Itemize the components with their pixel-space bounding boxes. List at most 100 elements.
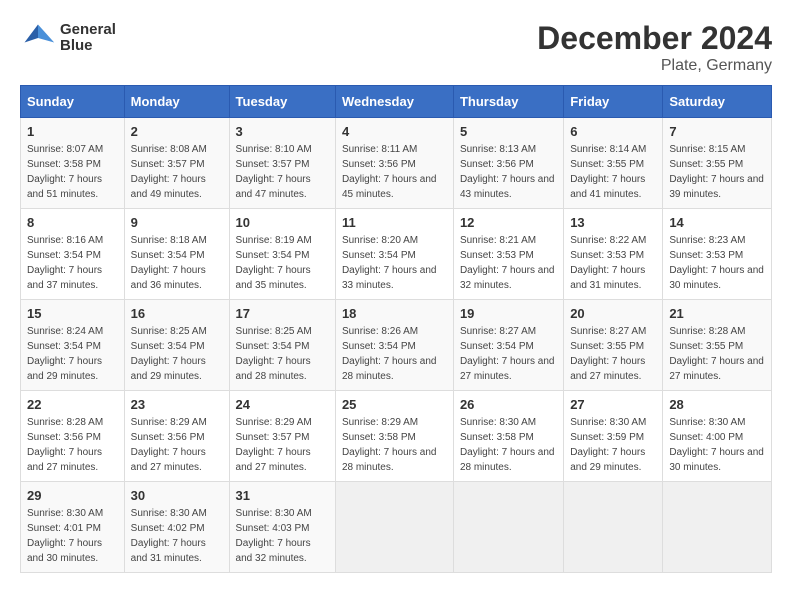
calendar-cell: [564, 482, 663, 573]
day-detail: Sunrise: 8:20 AM Sunset: 3:54 PM Dayligh…: [342, 233, 447, 293]
day-number: 17: [236, 306, 329, 321]
day-detail: Sunrise: 8:23 AM Sunset: 3:53 PM Dayligh…: [669, 233, 765, 293]
day-number: 5: [460, 124, 557, 139]
day-detail: Sunrise: 8:29 AM Sunset: 3:58 PM Dayligh…: [342, 415, 447, 475]
day-detail: Sunrise: 8:30 AM Sunset: 3:58 PM Dayligh…: [460, 415, 557, 475]
calendar-header: Sunday Monday Tuesday Wednesday Thursday…: [21, 86, 772, 118]
calendar-cell: 29 Sunrise: 8:30 AM Sunset: 4:01 PM Dayl…: [21, 482, 125, 573]
day-detail: Sunrise: 8:10 AM Sunset: 3:57 PM Dayligh…: [236, 142, 329, 202]
day-detail: Sunrise: 8:25 AM Sunset: 3:54 PM Dayligh…: [131, 324, 223, 384]
week-row: 15 Sunrise: 8:24 AM Sunset: 3:54 PM Dayl…: [21, 300, 772, 391]
header-saturday: Saturday: [663, 86, 772, 118]
calendar-cell: 21 Sunrise: 8:28 AM Sunset: 3:55 PM Dayl…: [663, 300, 772, 391]
calendar-cell: 25 Sunrise: 8:29 AM Sunset: 3:58 PM Dayl…: [335, 391, 453, 482]
calendar-cell: 4 Sunrise: 8:11 AM Sunset: 3:56 PM Dayli…: [335, 118, 453, 209]
day-detail: Sunrise: 8:24 AM Sunset: 3:54 PM Dayligh…: [27, 324, 118, 384]
page-subtitle: Plate, Germany: [537, 57, 772, 75]
day-number: 8: [27, 215, 118, 230]
calendar-cell: 30 Sunrise: 8:30 AM Sunset: 4:02 PM Dayl…: [124, 482, 229, 573]
calendar-cell: 6 Sunrise: 8:14 AM Sunset: 3:55 PM Dayli…: [564, 118, 663, 209]
calendar-cell: 3 Sunrise: 8:10 AM Sunset: 3:57 PM Dayli…: [229, 118, 335, 209]
logo-line1: General: [60, 22, 116, 39]
day-number: 25: [342, 397, 447, 412]
logo-icon: [20, 20, 56, 56]
calendar-cell: 17 Sunrise: 8:25 AM Sunset: 3:54 PM Dayl…: [229, 300, 335, 391]
calendar-cell: 16 Sunrise: 8:25 AM Sunset: 3:54 PM Dayl…: [124, 300, 229, 391]
day-number: 6: [570, 124, 656, 139]
calendar-body: 1 Sunrise: 8:07 AM Sunset: 3:58 PM Dayli…: [21, 118, 772, 573]
calendar-cell: 8 Sunrise: 8:16 AM Sunset: 3:54 PM Dayli…: [21, 209, 125, 300]
day-number: 10: [236, 215, 329, 230]
day-detail: Sunrise: 8:21 AM Sunset: 3:53 PM Dayligh…: [460, 233, 557, 293]
day-detail: Sunrise: 8:25 AM Sunset: 3:54 PM Dayligh…: [236, 324, 329, 384]
week-row: 8 Sunrise: 8:16 AM Sunset: 3:54 PM Dayli…: [21, 209, 772, 300]
calendar-cell: 28 Sunrise: 8:30 AM Sunset: 4:00 PM Dayl…: [663, 391, 772, 482]
day-number: 20: [570, 306, 656, 321]
calendar-cell: 26 Sunrise: 8:30 AM Sunset: 3:58 PM Dayl…: [453, 391, 563, 482]
day-number: 13: [570, 215, 656, 230]
calendar-cell: 11 Sunrise: 8:20 AM Sunset: 3:54 PM Dayl…: [335, 209, 453, 300]
header-wednesday: Wednesday: [335, 86, 453, 118]
day-number: 18: [342, 306, 447, 321]
day-detail: Sunrise: 8:18 AM Sunset: 3:54 PM Dayligh…: [131, 233, 223, 293]
header-row: Sunday Monday Tuesday Wednesday Thursday…: [21, 86, 772, 118]
logo-text: General Blue: [60, 22, 116, 55]
calendar-cell: [663, 482, 772, 573]
calendar-cell: 9 Sunrise: 8:18 AM Sunset: 3:54 PM Dayli…: [124, 209, 229, 300]
day-number: 14: [669, 215, 765, 230]
day-number: 15: [27, 306, 118, 321]
day-detail: Sunrise: 8:11 AM Sunset: 3:56 PM Dayligh…: [342, 142, 447, 202]
calendar-cell: 24 Sunrise: 8:29 AM Sunset: 3:57 PM Dayl…: [229, 391, 335, 482]
day-detail: Sunrise: 8:28 AM Sunset: 3:55 PM Dayligh…: [669, 324, 765, 384]
calendar-cell: 31 Sunrise: 8:30 AM Sunset: 4:03 PM Dayl…: [229, 482, 335, 573]
day-detail: Sunrise: 8:07 AM Sunset: 3:58 PM Dayligh…: [27, 142, 118, 202]
header-friday: Friday: [564, 86, 663, 118]
calendar-cell: 15 Sunrise: 8:24 AM Sunset: 3:54 PM Dayl…: [21, 300, 125, 391]
calendar-table: Sunday Monday Tuesday Wednesday Thursday…: [20, 85, 772, 573]
calendar-cell: 20 Sunrise: 8:27 AM Sunset: 3:55 PM Dayl…: [564, 300, 663, 391]
day-number: 22: [27, 397, 118, 412]
day-detail: Sunrise: 8:13 AM Sunset: 3:56 PM Dayligh…: [460, 142, 557, 202]
header-thursday: Thursday: [453, 86, 563, 118]
calendar-cell: 1 Sunrise: 8:07 AM Sunset: 3:58 PM Dayli…: [21, 118, 125, 209]
day-detail: Sunrise: 8:30 AM Sunset: 4:01 PM Dayligh…: [27, 506, 118, 566]
day-number: 31: [236, 488, 329, 503]
calendar-cell: [335, 482, 453, 573]
calendar-cell: 27 Sunrise: 8:30 AM Sunset: 3:59 PM Dayl…: [564, 391, 663, 482]
calendar-cell: 5 Sunrise: 8:13 AM Sunset: 3:56 PM Dayli…: [453, 118, 563, 209]
header-monday: Monday: [124, 86, 229, 118]
day-number: 26: [460, 397, 557, 412]
day-detail: Sunrise: 8:22 AM Sunset: 3:53 PM Dayligh…: [570, 233, 656, 293]
day-number: 19: [460, 306, 557, 321]
day-detail: Sunrise: 8:19 AM Sunset: 3:54 PM Dayligh…: [236, 233, 329, 293]
calendar-cell: 2 Sunrise: 8:08 AM Sunset: 3:57 PM Dayli…: [124, 118, 229, 209]
day-number: 4: [342, 124, 447, 139]
page-title: December 2024: [537, 20, 772, 57]
day-number: 16: [131, 306, 223, 321]
day-detail: Sunrise: 8:28 AM Sunset: 3:56 PM Dayligh…: [27, 415, 118, 475]
header-sunday: Sunday: [21, 86, 125, 118]
logo: General Blue: [20, 20, 116, 56]
day-number: 11: [342, 215, 447, 230]
day-number: 30: [131, 488, 223, 503]
day-detail: Sunrise: 8:30 AM Sunset: 3:59 PM Dayligh…: [570, 415, 656, 475]
day-number: 12: [460, 215, 557, 230]
day-number: 3: [236, 124, 329, 139]
day-number: 28: [669, 397, 765, 412]
day-detail: Sunrise: 8:15 AM Sunset: 3:55 PM Dayligh…: [669, 142, 765, 202]
calendar-cell: 19 Sunrise: 8:27 AM Sunset: 3:54 PM Dayl…: [453, 300, 563, 391]
day-detail: Sunrise: 8:30 AM Sunset: 4:02 PM Dayligh…: [131, 506, 223, 566]
week-row: 29 Sunrise: 8:30 AM Sunset: 4:01 PM Dayl…: [21, 482, 772, 573]
calendar-cell: 10 Sunrise: 8:19 AM Sunset: 3:54 PM Dayl…: [229, 209, 335, 300]
day-number: 29: [27, 488, 118, 503]
calendar-cell: 18 Sunrise: 8:26 AM Sunset: 3:54 PM Dayl…: [335, 300, 453, 391]
title-block: December 2024 Plate, Germany: [537, 20, 772, 75]
day-detail: Sunrise: 8:30 AM Sunset: 4:00 PM Dayligh…: [669, 415, 765, 475]
calendar-cell: 22 Sunrise: 8:28 AM Sunset: 3:56 PM Dayl…: [21, 391, 125, 482]
calendar-cell: 14 Sunrise: 8:23 AM Sunset: 3:53 PM Dayl…: [663, 209, 772, 300]
day-detail: Sunrise: 8:14 AM Sunset: 3:55 PM Dayligh…: [570, 142, 656, 202]
day-detail: Sunrise: 8:27 AM Sunset: 3:54 PM Dayligh…: [460, 324, 557, 384]
calendar-cell: 12 Sunrise: 8:21 AM Sunset: 3:53 PM Dayl…: [453, 209, 563, 300]
day-detail: Sunrise: 8:29 AM Sunset: 3:57 PM Dayligh…: [236, 415, 329, 475]
calendar-cell: 23 Sunrise: 8:29 AM Sunset: 3:56 PM Dayl…: [124, 391, 229, 482]
